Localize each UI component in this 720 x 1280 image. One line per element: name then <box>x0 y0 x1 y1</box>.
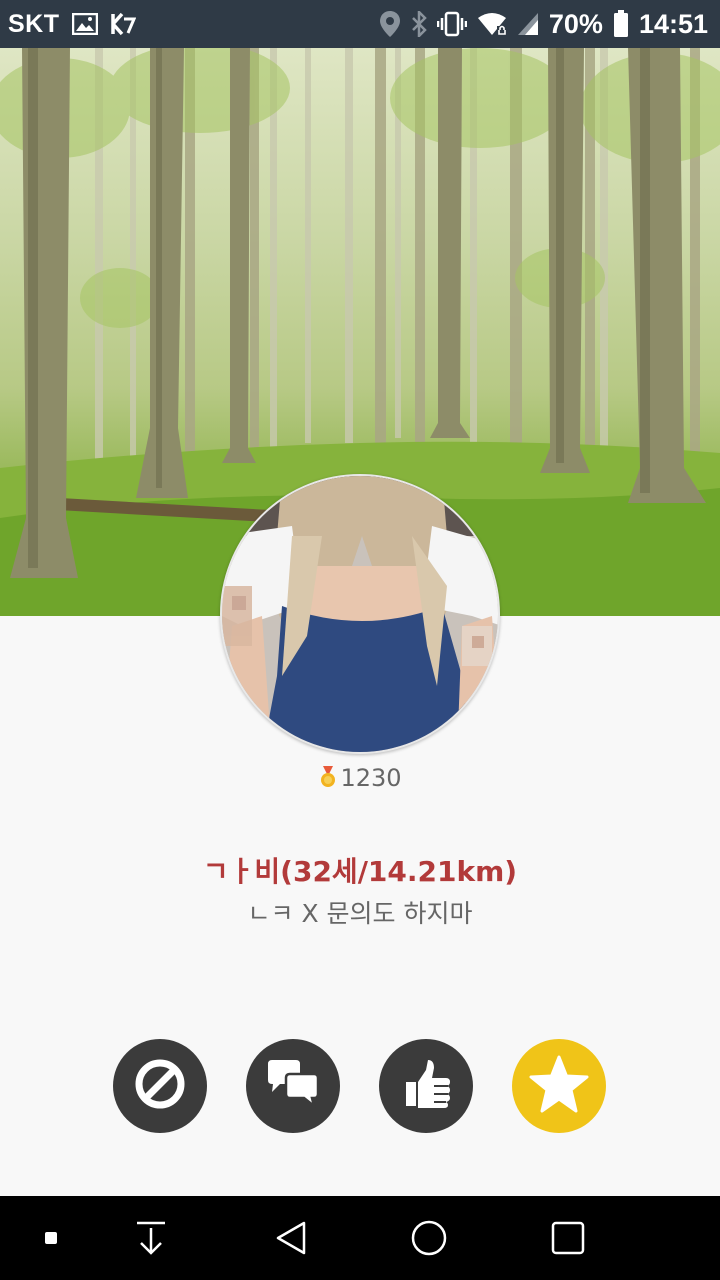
bluetooth-icon <box>411 11 427 37</box>
system-nav-bar <box>0 1196 720 1280</box>
vibrate-icon <box>436 11 467 37</box>
signal-icon <box>517 12 539 36</box>
square-dot-icon[interactable] <box>36 1196 66 1280</box>
battery-icon <box>613 10 629 38</box>
clock: 14:51 <box>638 8 708 39</box>
wifi-icon <box>477 12 507 36</box>
status-bar: SKT 70% 14:51 <box>0 0 720 48</box>
points-value: 1230 <box>340 764 402 792</box>
medal-icon <box>318 766 338 794</box>
chat-button[interactable] <box>246 1039 340 1133</box>
app-root: SKT 70% 14:51 1230 ㄱㅏ비(32세/14.21km) ㄴㅋ X… <box>0 0 720 1280</box>
profile-photo[interactable] <box>220 474 500 754</box>
app-notification-icon <box>110 11 136 37</box>
chat-icon <box>264 1058 322 1114</box>
back-icon[interactable] <box>266 1196 316 1280</box>
location-icon <box>379 10 401 38</box>
points-badge: 1230 <box>0 764 720 794</box>
image-icon <box>71 13 98 35</box>
like-button[interactable] <box>379 1039 473 1133</box>
action-bar <box>0 1039 720 1133</box>
thumbs-up-icon <box>398 1056 454 1116</box>
carrier-label: SKT <box>8 9 60 38</box>
battery-percent: 70% <box>548 8 603 39</box>
star-icon <box>529 1055 589 1117</box>
recents-icon[interactable] <box>543 1196 593 1280</box>
download-icon[interactable] <box>126 1196 176 1280</box>
block-icon <box>132 1056 188 1116</box>
home-icon[interactable] <box>404 1196 454 1280</box>
profile-name: ㄱㅏ비(32세/14.21km) <box>202 855 518 888</box>
profile-status-message: ㄴㅋ X 문의도 하지마 <box>247 899 473 928</box>
favorite-button[interactable] <box>512 1039 606 1133</box>
block-button[interactable] <box>113 1039 207 1133</box>
